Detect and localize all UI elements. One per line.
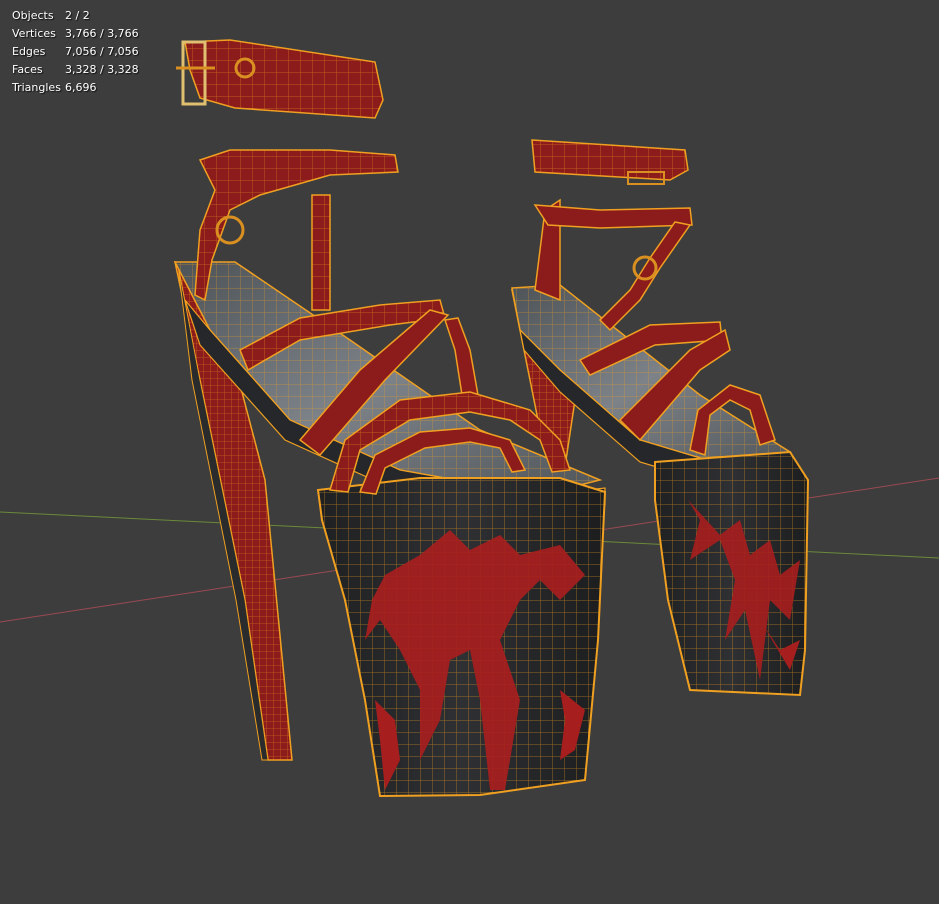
stat-value: 6,696 (65, 81, 97, 94)
statistics-overlay: Objects 2 / 2 Vertices 3,766 / 3,766 Edg… (12, 7, 139, 97)
stat-value: 3,766 / 3,766 (65, 27, 139, 40)
stat-label: Triangles (12, 81, 61, 94)
stat-label: Faces (12, 63, 43, 76)
stat-label: Edges (12, 45, 46, 58)
stat-row-edges: Edges 7,056 / 7,056 (12, 43, 139, 61)
stat-row-faces: Faces 3,328 / 3,328 (12, 61, 139, 79)
3d-viewport[interactable]: Objects 2 / 2 Vertices 3,766 / 3,766 Edg… (0, 0, 939, 904)
viewport-scene[interactable] (0, 0, 939, 904)
stat-value: 3,328 / 3,328 (65, 63, 139, 76)
stat-label: Objects (12, 9, 54, 22)
stat-value: 7,056 / 7,056 (65, 45, 139, 58)
stat-label: Vertices (12, 27, 56, 40)
stat-value: 2 / 2 (65, 9, 90, 22)
stat-row-objects: Objects 2 / 2 (12, 7, 139, 25)
stat-row-triangles: Triangles 6,696 (12, 79, 139, 97)
stat-row-vertices: Vertices 3,766 / 3,766 (12, 25, 139, 43)
